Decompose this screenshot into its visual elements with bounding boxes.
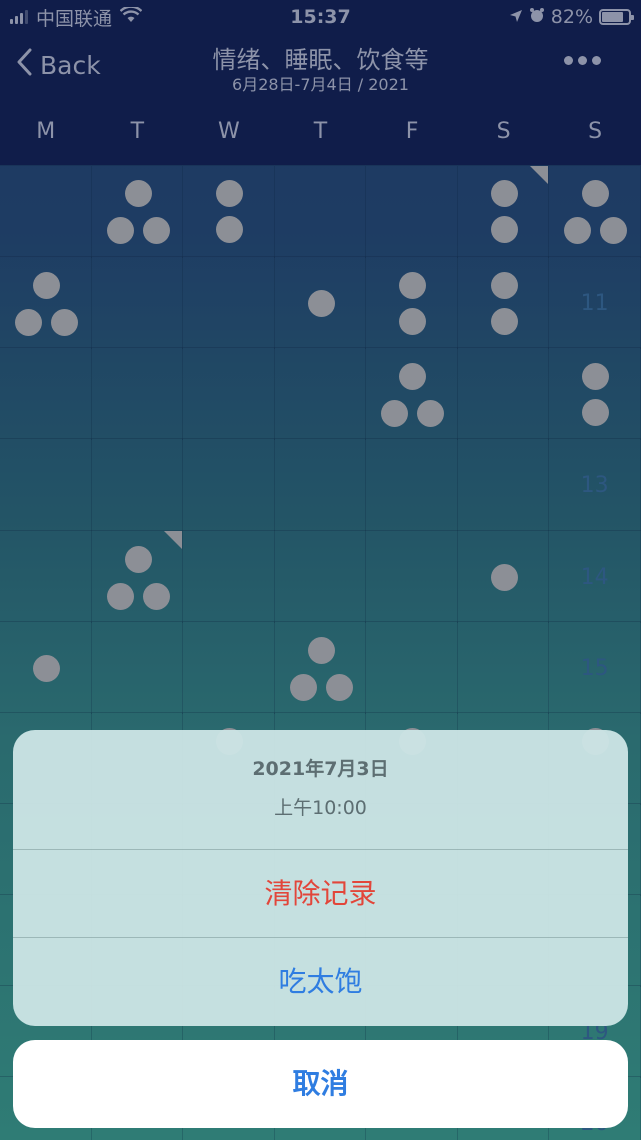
ate-too-much-button[interactable]: 吃太饱	[13, 938, 628, 1026]
action-sheet-title: 2021年7月3日	[252, 758, 389, 780]
action-sheet-header: 2021年7月3日 上午10:00	[13, 730, 628, 850]
cancel-button[interactable]: 取消	[13, 1040, 628, 1128]
action-sheet: 2021年7月3日 上午10:00 清除记录 吃太饱	[13, 730, 628, 1026]
action-sheet-subtitle: 上午10:00	[274, 797, 367, 819]
clear-record-button[interactable]: 清除记录	[13, 850, 628, 938]
